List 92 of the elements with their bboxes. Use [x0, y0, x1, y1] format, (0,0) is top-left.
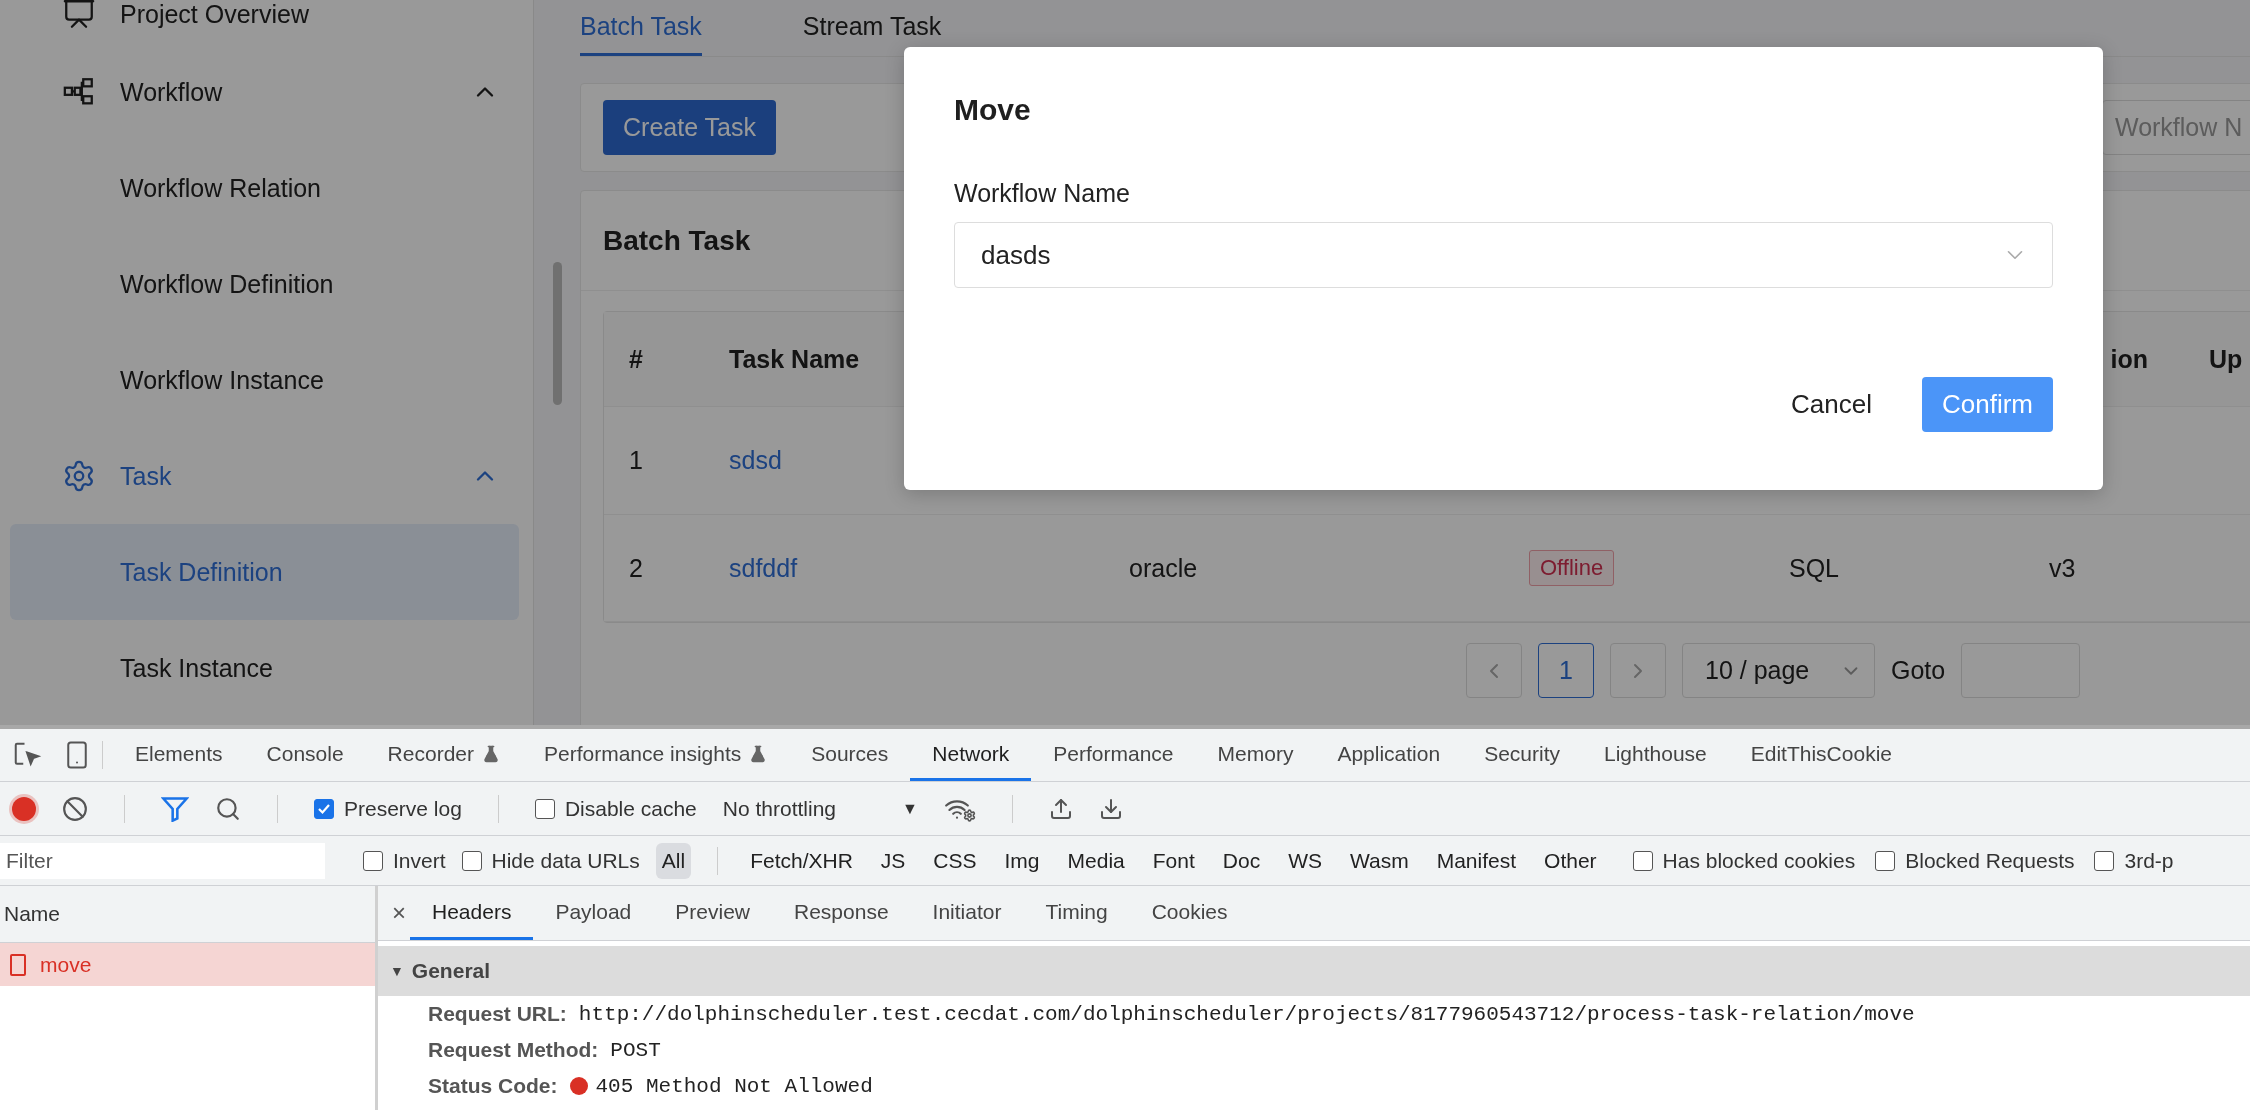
details-tab[interactable]: Payload [533, 886, 654, 940]
header-name: Status Code: [428, 1074, 558, 1098]
devtools-tab[interactable]: Lighthouse [1582, 729, 1729, 781]
devtools-tab[interactable]: Elements [113, 729, 245, 781]
column-header: Task Name [728, 344, 861, 374]
search-icon[interactable] [215, 795, 241, 822]
status-dot-icon [569, 1077, 588, 1095]
details-tab[interactable]: Preview [653, 886, 772, 940]
workflow-select[interactable]: dasds [954, 222, 2053, 288]
details-tab[interactable]: Headers [410, 886, 534, 940]
details-tab[interactable]: Cookies [1129, 886, 1250, 940]
presentation-icon [62, 0, 96, 31]
checkbox-label: Preserve log [344, 796, 462, 821]
devtools-tab[interactable]: Recorder [365, 729, 522, 781]
search-field[interactable]: Workflow N [2102, 100, 2250, 155]
details-tab[interactable]: Initiator [910, 886, 1024, 940]
table-cell-text: v3 [2048, 553, 2077, 583]
checkbox[interactable] [363, 850, 383, 871]
page-size-select[interactable]: 10 / page [1682, 643, 1875, 698]
checkbox[interactable] [1632, 850, 1653, 871]
type-filter[interactable]: Other [1538, 842, 1603, 879]
goto-label: Goto [1891, 656, 1946, 685]
create-task-button[interactable]: Create Task [603, 100, 776, 155]
devtools-tab[interactable]: Memory [1195, 729, 1316, 781]
checkbox-label: Blocked Requests [1905, 848, 2075, 873]
devtools-tab[interactable]: Sources [789, 729, 911, 781]
table-cell-text: 2 [628, 553, 644, 583]
column-header: ion [2109, 344, 2149, 374]
sidebar-item[interactable]: Workflow Definition [10, 236, 519, 332]
field-label: Workflow Name [954, 179, 1131, 208]
filter-field[interactable]: Filter [0, 842, 325, 879]
header-value: http://dolphinscheduler.test.cecdat.com/dolphinscheduler/projects/8177960543712/process-task-relation/move [578, 1002, 1915, 1026]
checkbox-label: Disable cache [564, 796, 697, 821]
header-name: Request Method: [428, 1038, 599, 1062]
settings-icon [62, 459, 96, 493]
devtools-tab[interactable]: Security [1462, 729, 1582, 781]
table-cell-text: oracle [1128, 553, 1199, 583]
type-filter[interactable]: Media [1061, 842, 1131, 879]
type-filter[interactable]: Manifest [1430, 842, 1523, 879]
close-button[interactable]: × [392, 899, 406, 927]
checkbox[interactable] [461, 850, 482, 871]
type-filter[interactable]: WS [1282, 842, 1328, 879]
record-icon[interactable] [12, 796, 36, 821]
header-value: 405 Method Not Allowed [569, 1074, 873, 1098]
download-icon[interactable] [1098, 796, 1123, 821]
filter-icon[interactable] [161, 795, 189, 822]
dialog-title: Move [954, 92, 1032, 128]
document-icon [10, 953, 26, 976]
checkbox[interactable] [1875, 850, 1896, 871]
devtools-tab[interactable]: Console [244, 729, 366, 781]
checkbox-label: Invert [393, 848, 446, 873]
checkbox-label: Has blocked cookies [1662, 848, 1856, 873]
checkbox[interactable] [2094, 850, 2115, 871]
type-filter[interactable]: Font [1146, 842, 1201, 879]
status-tag: Offline [1529, 550, 1615, 586]
section-header[interactable]: ▼ General [378, 946, 2250, 996]
devtools-tab[interactable]: EditThisCookie [1728, 729, 1914, 781]
clear-icon[interactable] [62, 795, 88, 822]
table-cell-text: SQL [1788, 553, 1841, 583]
throttling-select[interactable]: No throttling [722, 796, 837, 821]
column-header: Name [0, 886, 375, 943]
type-filter[interactable]: CSS [927, 842, 983, 879]
upload-icon[interactable] [1048, 796, 1073, 821]
dropdown-glyph[interactable]: ▼ [902, 799, 918, 818]
header-value: POST [610, 1038, 661, 1062]
checkbox[interactable] [314, 798, 334, 819]
header-name: Request URL: [428, 1002, 567, 1026]
cancel-button[interactable]: Cancel [1771, 377, 1892, 432]
tab[interactable]: Stream Task [802, 0, 942, 56]
scrollbar[interactable] [553, 262, 562, 405]
checkbox-label: 3rd-p [2124, 848, 2174, 873]
type-filter[interactable]: Img [998, 842, 1046, 879]
sidebar-item[interactable]: Workflow [10, 44, 519, 140]
column-header: Up [2208, 344, 2244, 374]
table-cell-text: 1 [628, 446, 644, 475]
sidebar-item[interactable]: Workflow Instance [10, 332, 519, 428]
checkbox[interactable] [534, 798, 555, 819]
checkbox-label: Hide data URLs [491, 848, 640, 873]
sidebar-item[interactable]: Workflow Relation [10, 140, 519, 236]
sidebar-item[interactable]: Project Overview [10, 0, 519, 44]
type-filter[interactable]: Wasm [1343, 842, 1415, 879]
type-filter[interactable]: All [655, 842, 692, 879]
devtools-tab[interactable]: Application [1315, 729, 1463, 781]
type-filter[interactable]: Doc [1216, 842, 1267, 879]
column-header: # [628, 344, 644, 374]
details-tab[interactable]: Response [772, 886, 911, 940]
type-filter[interactable]: JS [874, 842, 912, 879]
devtools-tab[interactable]: Performance insights [522, 729, 790, 781]
details-tab[interactable]: Timing [1023, 886, 1130, 940]
type-filter[interactable]: Fetch/XHR [744, 842, 859, 879]
devtools-tab[interactable]: Performance [1031, 729, 1196, 781]
sidebar-item[interactable]: Task Instance [10, 620, 519, 716]
